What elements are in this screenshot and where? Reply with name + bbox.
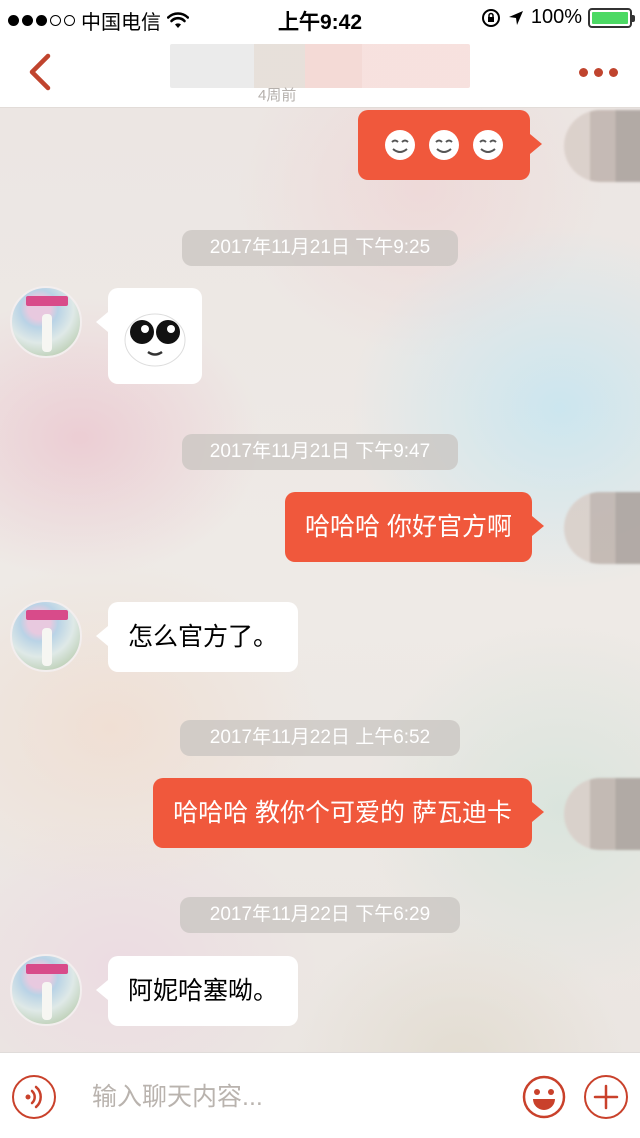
location-icon [508, 10, 523, 25]
battery-percent: 100% [530, 6, 582, 28]
back-button[interactable] [22, 50, 62, 94]
input-bar [0, 1052, 640, 1138]
message-bubble-in[interactable] [96, 288, 202, 384]
emoji-button[interactable] [522, 1075, 566, 1119]
more-dots-icon[interactable] [576, 60, 620, 84]
voice-button[interactable] [12, 1075, 56, 1119]
last-active-label: 4周前 [258, 87, 297, 104]
chevron-left-icon [29, 53, 51, 91]
status-right: 100% [481, 6, 635, 29]
chat-messages: 2017年11月21日 下午9:25 2017年11月21日 下午9:47 哈哈… [0, 108, 640, 1052]
contact-avatar[interactable] [10, 600, 82, 672]
rotation-lock-icon [481, 8, 500, 27]
nav-bar: 4周前 [0, 36, 640, 108]
contact-avatar[interactable] [10, 954, 82, 1026]
message-timestamp: 2017年11月21日 下午9:25 [182, 230, 458, 266]
plus-icon [593, 1084, 619, 1110]
message-timestamp: 2017年11月22日 下午6:29 [180, 897, 460, 933]
message-bubble-in[interactable]: 怎么官方了。 [95, 602, 299, 672]
battery-fill [592, 11, 628, 24]
contact-name-blurred [170, 44, 470, 88]
message-bubble-out[interactable] [358, 110, 542, 180]
message-timestamp: 2017年11月22日 上午6:52 [180, 720, 460, 756]
my-avatar[interactable] [564, 492, 640, 564]
voice-icon [25, 1085, 42, 1109]
message-timestamp: 2017年11月21日 下午9:47 [182, 434, 458, 470]
battery-icon [588, 7, 635, 28]
emoji-icon [522, 1075, 566, 1119]
message-bubble-out[interactable]: 哈哈哈 教你个可爱的 萨瓦迪卡 [153, 778, 544, 848]
plus-button[interactable] [584, 1075, 628, 1119]
message-input[interactable] [92, 1077, 492, 1117]
panda-face-emoji [124, 313, 186, 367]
status-bar: 中国电信 上午9:42 100% [0, 0, 640, 36]
message-bubble-in[interactable]: 阿妮哈塞呦。 [95, 956, 299, 1026]
my-avatar[interactable] [564, 110, 640, 182]
my-avatar[interactable] [564, 778, 640, 850]
smile-faces-emoji [385, 130, 503, 160]
message-bubble-out[interactable]: 哈哈哈 你好官方啊 [285, 492, 544, 562]
contact-avatar[interactable] [10, 286, 82, 358]
